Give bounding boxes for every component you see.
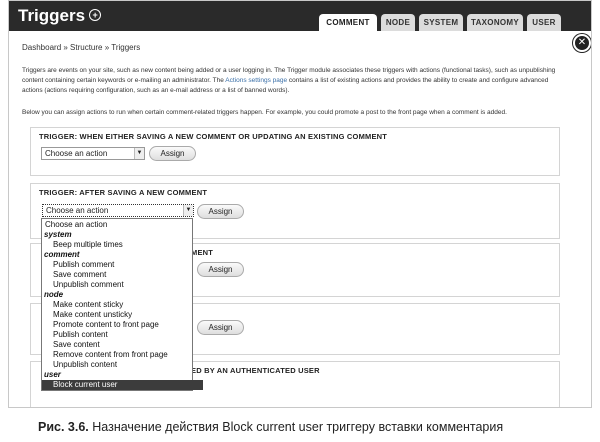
figure-number: Рис. 3.6. (38, 420, 89, 434)
assign-button[interactable]: Assign (149, 146, 196, 161)
dropdown-option[interactable]: Promote content to front page (42, 320, 203, 330)
actions-settings-link[interactable]: Actions settings page (225, 77, 287, 84)
page-title-text: Triggers (18, 6, 86, 25)
dropdown-group-label: node (44, 290, 64, 299)
dropdown-option[interactable]: Save content (42, 340, 203, 350)
tab-user[interactable]: USER (527, 14, 561, 31)
select-value: Choose an action (46, 206, 109, 215)
dropdown-option[interactable]: Beep multiple times (42, 240, 203, 250)
tab-taxonomy[interactable]: TAXONOMY (467, 14, 523, 31)
tab-node[interactable]: NODE (381, 14, 415, 31)
help-text: Triggers are events on your site, such a… (22, 66, 567, 96)
dropdown-group-label: user (44, 370, 61, 379)
tab-system[interactable]: SYSTEM (419, 14, 463, 31)
dropdown-option[interactable]: Choose an action (42, 220, 195, 230)
page-title: Triggers + (18, 6, 102, 26)
tab-comment[interactable]: COMMENT (319, 14, 377, 32)
dropdown-option[interactable]: Make content unsticky (42, 310, 203, 320)
close-icon[interactable]: ✕ (573, 34, 591, 52)
select-value: Choose an action (45, 149, 108, 158)
assign-button[interactable]: Assign (197, 320, 244, 335)
assign-button[interactable]: Assign (197, 262, 244, 277)
help-text-secondary: Below you can assign actions to run when… (22, 109, 507, 116)
chevron-down-icon: ▼ (183, 205, 193, 216)
chevron-down-icon: ▼ (134, 148, 144, 159)
assign-button[interactable]: Assign (197, 204, 244, 219)
section-title: TRIGGER: WHEN EITHER SAVING A NEW COMMEN… (39, 132, 388, 141)
dropdown-option[interactable]: Make content sticky (42, 300, 203, 310)
breadcrumb[interactable]: Dashboard » Structure » Triggers (22, 43, 140, 52)
section-title: ED BY AN AUTHENTICATED USER (191, 366, 320, 375)
screenshot-window: Triggers + COMMENT NODE SYSTEM TAXONOMY U… (8, 0, 592, 408)
action-select[interactable]: Choose an action ▼ (41, 147, 145, 160)
figure-caption-text: Назначение действия Block current user т… (88, 420, 504, 434)
dropdown-option[interactable]: Publish comment (42, 260, 203, 270)
dropdown-option[interactable]: Save comment (42, 270, 203, 280)
add-shortcut-icon[interactable]: + (89, 8, 102, 21)
dropdown-group-label: system (44, 230, 72, 239)
dropdown-option[interactable]: Publish content (42, 330, 203, 340)
dropdown-option[interactable]: Unpublish comment (42, 280, 203, 290)
dropdown-group-label: comment (44, 250, 80, 259)
figure-caption: Рис. 3.6. Назначение действия Block curr… (38, 420, 503, 434)
action-select-open[interactable]: Choose an action ▼ (42, 204, 194, 217)
section-title: TRIGGER: AFTER SAVING A NEW COMMENT (39, 188, 208, 197)
dropdown-option-selected[interactable]: Block current user (42, 380, 203, 390)
dropdown-option[interactable]: Remove content from front page (42, 350, 203, 360)
action-dropdown-list: Choose an action system Beep multiple ti… (41, 218, 203, 391)
dropdown-option[interactable]: Unpublish content (42, 360, 203, 370)
trigger-section-insert-or-update: TRIGGER: WHEN EITHER SAVING A NEW COMMEN… (30, 127, 560, 176)
